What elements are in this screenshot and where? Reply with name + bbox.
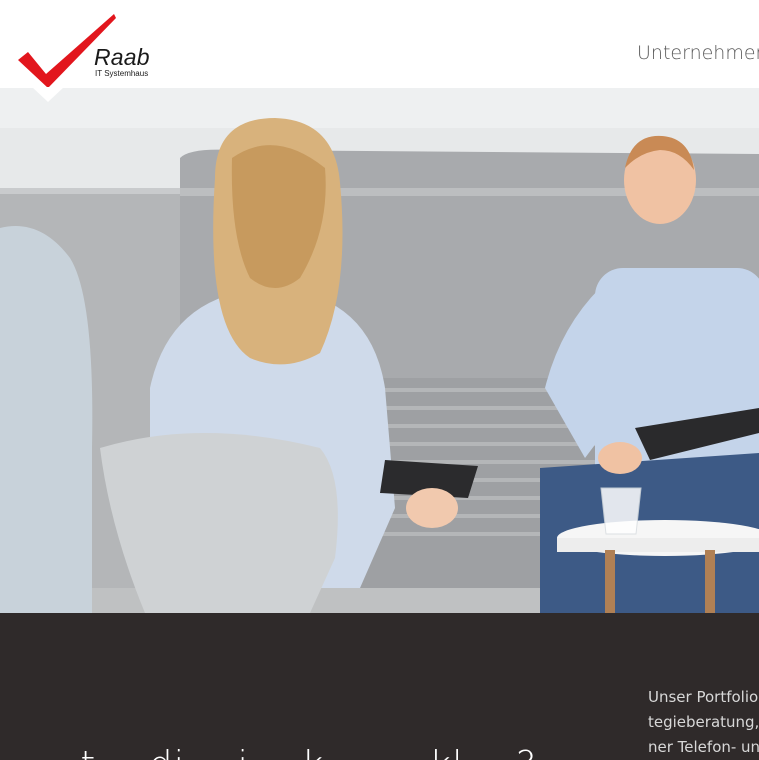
section-heading-partial: ... t... di... i... k... ... kl... ? bbox=[28, 743, 537, 760]
hero-photo bbox=[0, 88, 759, 613]
site-header: Raab IT Systemhaus Unternehmen bbox=[0, 0, 759, 88]
hero-image bbox=[0, 88, 759, 613]
logo[interactable]: Raab IT Systemhaus bbox=[16, 12, 166, 90]
portfolio-line-2: tegieberatung, ( bbox=[648, 713, 759, 731]
portfolio-line-3: ner Telefon- und bbox=[648, 738, 759, 756]
logo-subtitle: IT Systemhaus bbox=[95, 69, 149, 78]
intro-section: Unser Portfolio tegieberatung, ( ner Tel… bbox=[0, 613, 759, 760]
portfolio-line-1: Unser Portfolio bbox=[648, 688, 759, 706]
portfolio-text: Unser Portfolio tegieberatung, ( ner Tel… bbox=[648, 685, 759, 760]
logo-notch bbox=[32, 87, 64, 102]
logo-name: Raab bbox=[94, 44, 150, 70]
nav-item-unternehmen[interactable]: Unternehmen bbox=[637, 42, 759, 65]
